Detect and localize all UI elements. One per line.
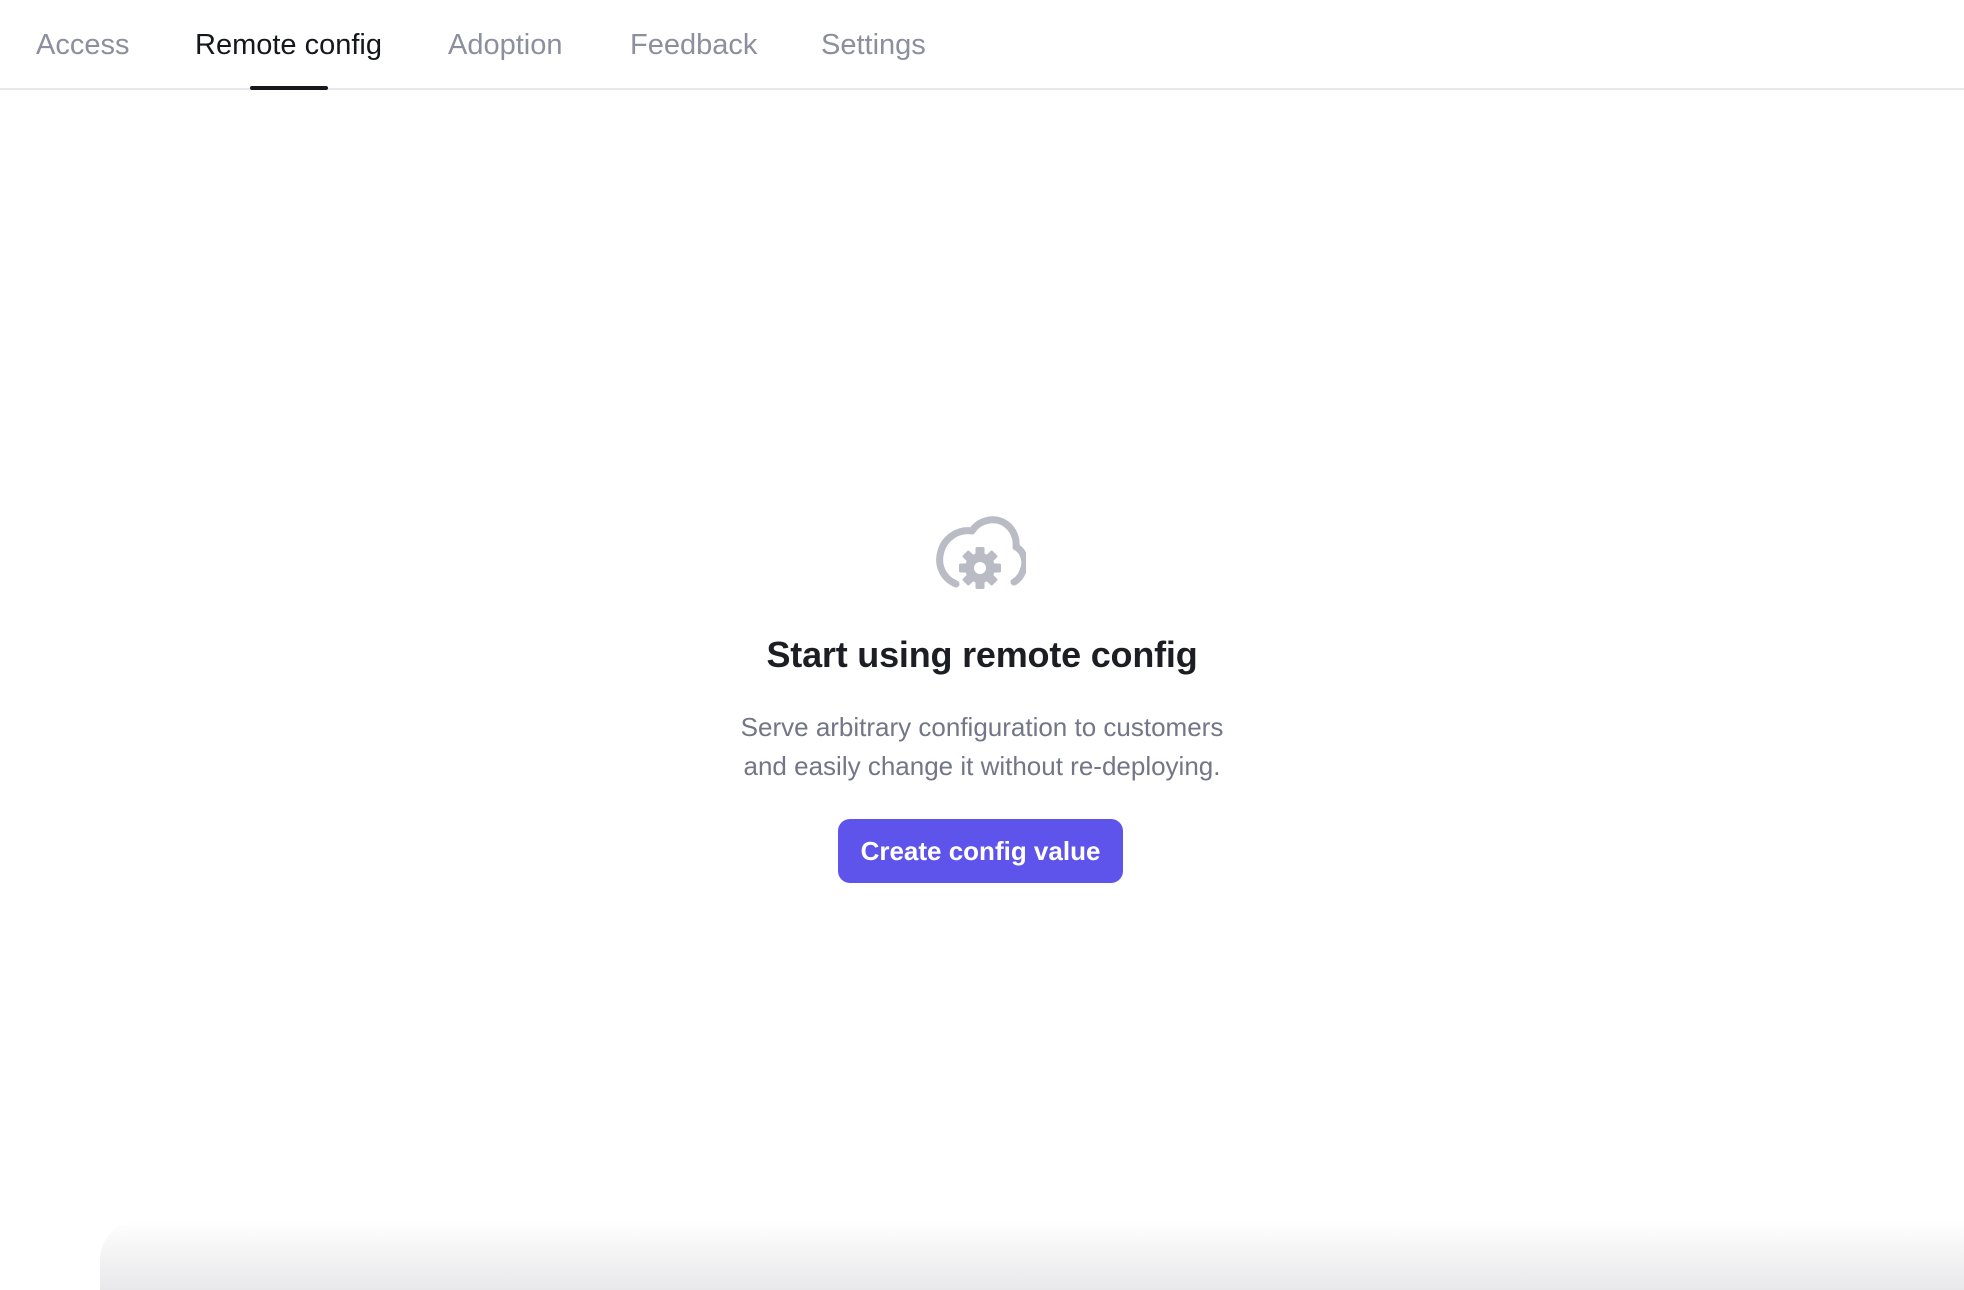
empty-state-title: Start using remote config — [766, 634, 1198, 675]
empty-state: Start using remote config Serve arbitrar… — [0, 0, 1964, 1290]
bottom-panel-shadow — [100, 1220, 1964, 1290]
remote-config-page: Access Remote config Adoption Feedback S… — [0, 0, 1964, 1290]
cloud-gear-icon — [936, 516, 1026, 589]
description-line-1: Serve arbitrary configuration to custome… — [740, 712, 1224, 742]
create-config-value-button[interactable]: Create config value — [838, 819, 1123, 883]
empty-state-description: Serve arbitrary configuration to custome… — [682, 708, 1282, 786]
description-line-2: and easily change it without re-deployin… — [743, 751, 1221, 781]
